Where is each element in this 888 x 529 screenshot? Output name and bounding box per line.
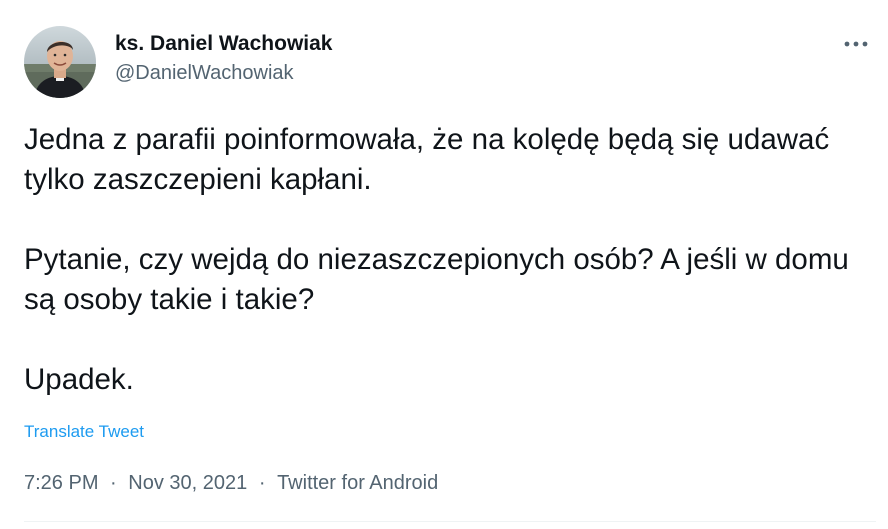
translate-tweet-link[interactable]: Translate Tweet <box>24 422 144 442</box>
tweet-paragraph: Upadek. <box>24 363 134 396</box>
divider <box>24 521 876 522</box>
tweet-time[interactable]: 7:26 PM <box>24 472 98 495</box>
more-options-button[interactable] <box>836 28 876 60</box>
profile-photo-icon <box>24 26 96 98</box>
meta-separator: · <box>110 472 117 494</box>
author-handle[interactable]: @DanielWachowiak <box>115 62 294 85</box>
tweet-card: ks. Daniel Wachowiak @DanielWachowiak Je… <box>0 0 888 529</box>
author-display-name[interactable]: ks. Daniel Wachowiak <box>115 32 332 56</box>
tweet-metadata: 7:26 PM · Nov 30, 2021 · Twitter for And… <box>24 472 438 495</box>
tweet-paragraph: Pytanie, czy wejdą do niezaszczepionych … <box>24 243 849 316</box>
tweet-date[interactable]: Nov 30, 2021 <box>128 472 247 495</box>
tweet-paragraph: Jedna z parafii poinformowała, że na kol… <box>24 123 830 196</box>
meta-separator: · <box>258 472 266 494</box>
tweet-source[interactable]: Twitter for Android <box>277 472 438 495</box>
avatar[interactable] <box>24 26 96 98</box>
more-horizontal-icon <box>844 41 868 47</box>
tweet-text: Jedna z parafii poinformowała, że na kol… <box>24 120 874 400</box>
